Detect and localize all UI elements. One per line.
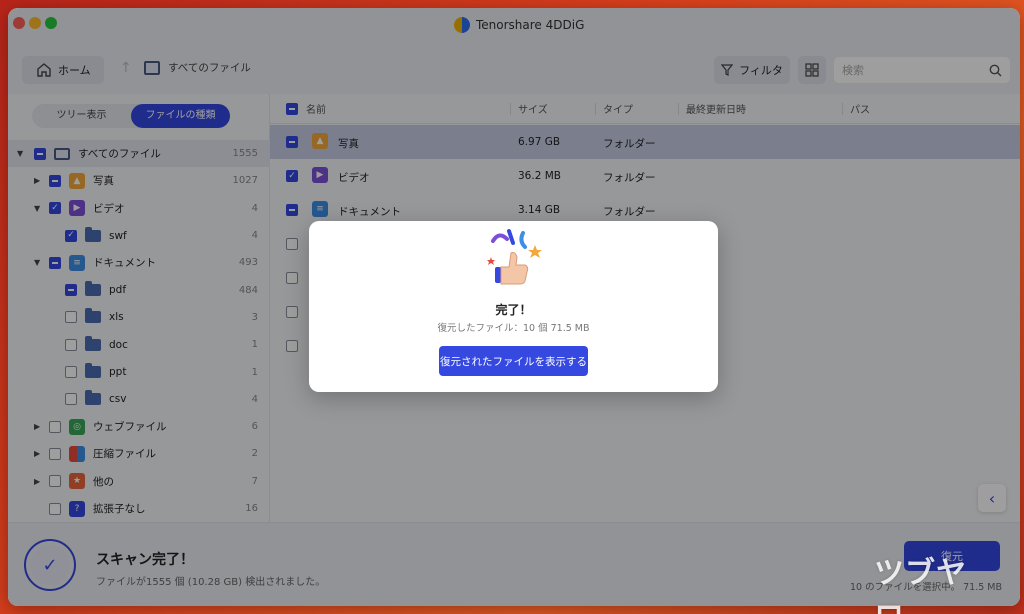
dialog-title: 完了！ (495, 303, 532, 317)
watermark: ツブヤロ。 (874, 556, 967, 614)
recovery-complete-dialog: 完了！ 復元したファイル：10 個 71.5 MB 復元されたファイルを表示する (309, 221, 718, 392)
thumbs-up-celebration-icon (487, 229, 542, 285)
dialog-subtitle: 復元したファイル：10 個 71.5 MB (437, 323, 590, 334)
show-recovered-files-button[interactable]: 復元されたファイルを表示する (439, 346, 588, 376)
app-window: Tenorshare 4DDiG ホーム ↑ すべてのファイル フィルタ ツリー… (8, 8, 1020, 606)
